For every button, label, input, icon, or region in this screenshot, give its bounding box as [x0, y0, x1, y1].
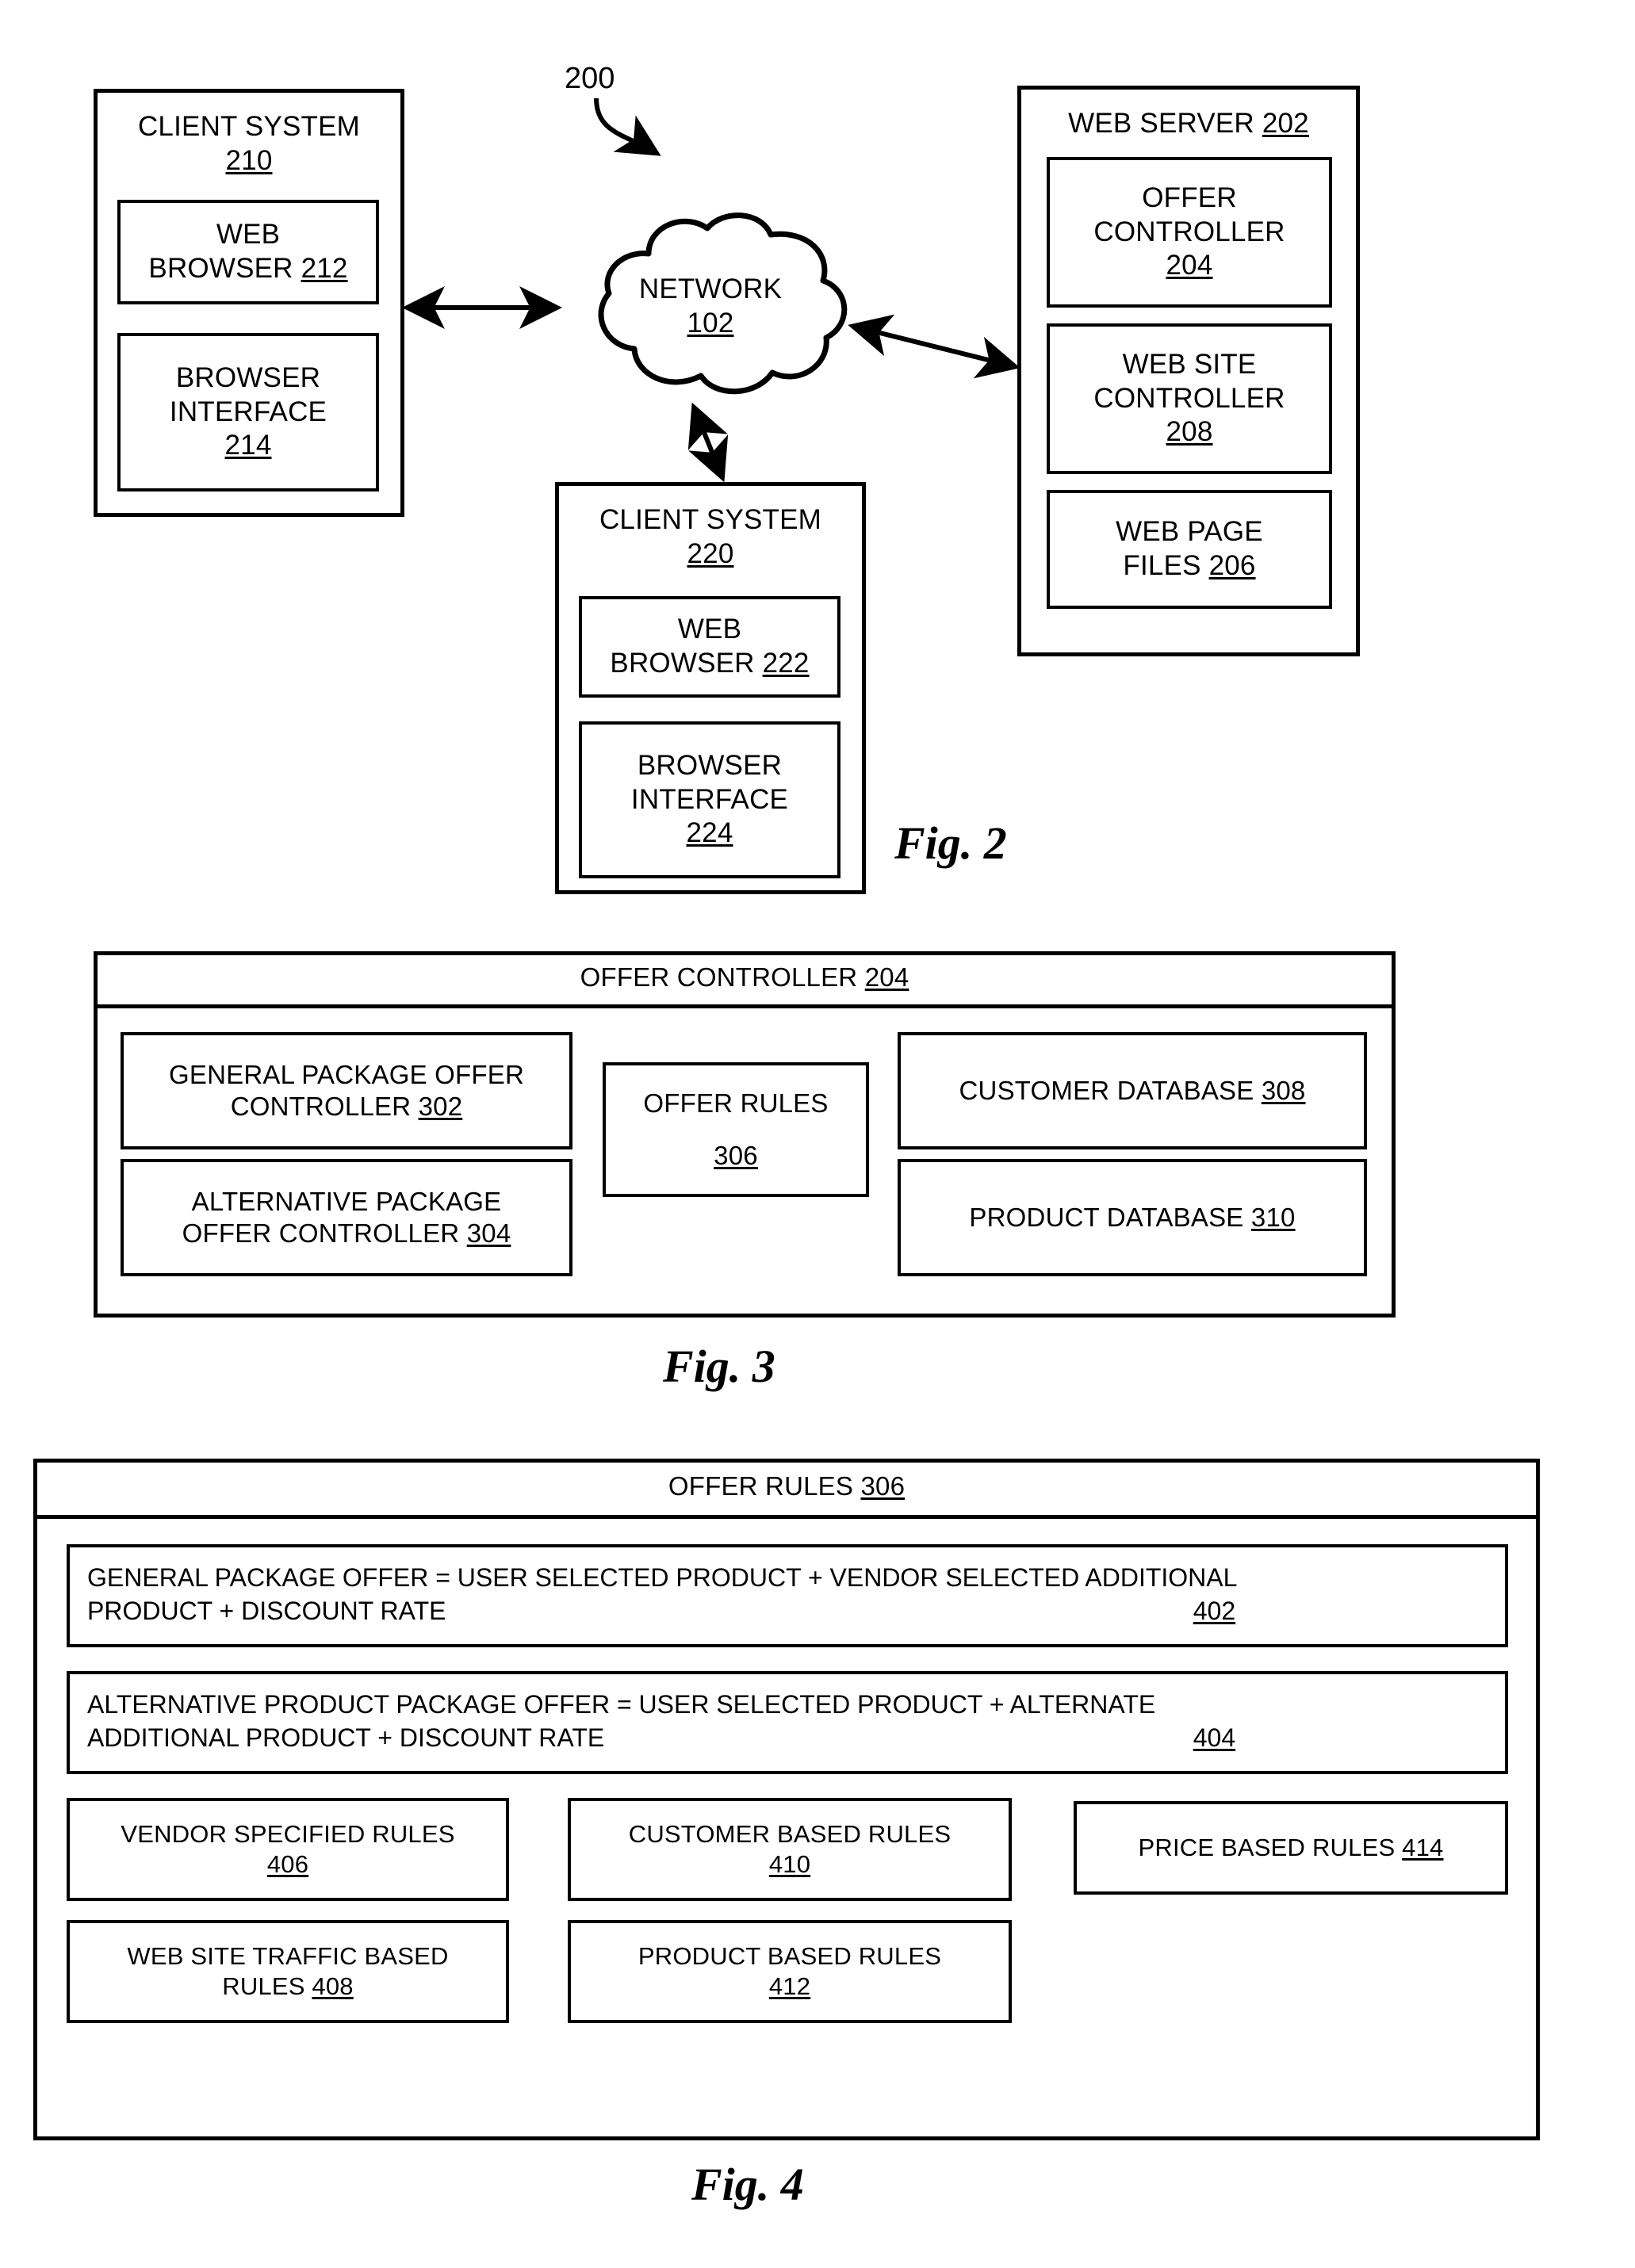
client-system-210-title: CLIENT SYSTEM 210: [137, 111, 361, 176]
web-page-files-206-box: WEB PAGE FILES 206: [1047, 490, 1332, 609]
rule-402-line2-row: PRODUCT + DISCOUNT RATE 402: [87, 1595, 1488, 1628]
reference-numeral-200: 200: [565, 62, 615, 95]
web-site-traffic-based-rules-408-box: WEB SITE TRAFFIC BASED RULES 408: [67, 1920, 509, 2023]
web-browser-212-label: WEB BROWSER 212: [148, 219, 348, 284]
rule-404-ref: 404: [1193, 1723, 1236, 1752]
browser-interface-214-box: BROWSER INTERFACE 214: [117, 333, 379, 491]
offer-controller-204-title: OFFER CONTROLLER 204: [580, 962, 909, 992]
product-database-310-box: PRODUCT DATABASE 310: [898, 1159, 1367, 1276]
patent-figure-sheet: 200 CLIENT SYSTEM 210 WEB BROWSER 212 BROW…: [0, 0, 1635, 2268]
web-browser-222-box: WEB BROWSER 222: [579, 596, 840, 698]
vendor-specified-rules-406-box: VENDOR SPECIFIED RULES 406: [67, 1798, 509, 1901]
rule-404-box: ALTERNATIVE PRODUCT PACKAGE OFFER = USER…: [67, 1671, 1508, 1774]
vendor-specified-rules-406-label: VENDOR SPECIFIED RULES 406: [121, 1820, 455, 1878]
network-cloud: NETWORK 102: [560, 205, 861, 409]
offer-controller-204-title-bar: OFFER CONTROLLER 204: [94, 951, 1396, 1008]
browser-interface-224-label: BROWSER INTERFACE 224: [630, 749, 789, 849]
product-based-rules-412-box: PRODUCT BASED RULES 412: [568, 1920, 1012, 2023]
offer-rules-306-label: OFFER RULES 306: [643, 1088, 829, 1170]
web-server-202-title: WEB SERVER 202: [1068, 108, 1309, 139]
figure-caption-3: Fig. 3: [663, 1341, 775, 1392]
rule-404-line2-row: ADDITIONAL PRODUCT + DISCOUNT RATE 404: [87, 1722, 1488, 1755]
general-package-offer-controller-302-box: GENERAL PACKAGE OFFER CONTROLLER 302: [121, 1032, 572, 1149]
web-site-controller-208-label: WEB SITE CONTROLLER 208: [1093, 348, 1285, 448]
customer-based-rules-410-label: CUSTOMER BASED RULES 410: [628, 1820, 952, 1878]
offer-controller-204-label: OFFER CONTROLLER 204: [1093, 182, 1285, 281]
figure-caption-4: Fig. 4: [691, 2159, 804, 2210]
offer-rules-306-box: OFFER RULES 306: [603, 1062, 869, 1197]
customer-database-308-box: CUSTOMER DATABASE 308: [898, 1032, 1367, 1149]
general-package-offer-controller-302-label: GENERAL PACKAGE OFFER CONTROLLER 302: [169, 1059, 524, 1121]
offer-rules-306-title: OFFER RULES 306: [668, 1471, 906, 1501]
offer-controller-204-box: OFFER CONTROLLER 204: [1047, 157, 1332, 308]
rule-402-ref: 402: [1193, 1596, 1236, 1625]
customer-database-308-label: CUSTOMER DATABASE 308: [959, 1075, 1306, 1105]
rule-402-line2: PRODUCT + DISCOUNT RATE: [87, 1596, 446, 1625]
web-page-files-206-label: WEB PAGE FILES 206: [1116, 516, 1263, 581]
web-browser-222-label: WEB BROWSER 222: [610, 614, 810, 679]
product-based-rules-412-label: PRODUCT BASED RULES 412: [638, 1942, 942, 2000]
rule-402-box: GENERAL PACKAGE OFFER = USER SELECTED PR…: [67, 1544, 1508, 1647]
price-based-rules-414-label: PRICE BASED RULES 414: [1138, 1834, 1444, 1862]
rule-404-line1: ALTERNATIVE PRODUCT PACKAGE OFFER = USER…: [87, 1690, 1156, 1719]
browser-interface-224-box: BROWSER INTERFACE 224: [579, 721, 840, 878]
web-site-controller-208-box: WEB SITE CONTROLLER 208: [1047, 323, 1332, 474]
alternative-package-offer-controller-304-box: ALTERNATIVE PACKAGE OFFER CONTROLLER 304: [121, 1159, 572, 1276]
rule-404-line2: ADDITIONAL PRODUCT + DISCOUNT RATE: [87, 1723, 605, 1752]
client-system-220-title: CLIENT SYSTEM 220: [599, 504, 822, 569]
alternative-package-offer-controller-304-label: ALTERNATIVE PACKAGE OFFER CONTROLLER 304: [182, 1186, 511, 1248]
figure-caption-2: Fig. 2: [894, 817, 1007, 869]
rule-402-line1: GENERAL PACKAGE OFFER = USER SELECTED PR…: [87, 1563, 1238, 1592]
price-based-rules-414-box: PRICE BASED RULES 414: [1074, 1801, 1508, 1895]
web-browser-212-box: WEB BROWSER 212: [117, 200, 379, 304]
product-database-310-label: PRODUCT DATABASE 310: [969, 1202, 1296, 1232]
browser-interface-214-label: BROWSER INTERFACE 214: [169, 361, 327, 461]
web-site-traffic-based-rules-408-label: WEB SITE TRAFFIC BASED RULES 408: [127, 1942, 449, 2000]
offer-rules-306-title-bar: OFFER RULES 306: [33, 1459, 1540, 1519]
customer-based-rules-410-box: CUSTOMER BASED RULES 410: [568, 1798, 1012, 1901]
